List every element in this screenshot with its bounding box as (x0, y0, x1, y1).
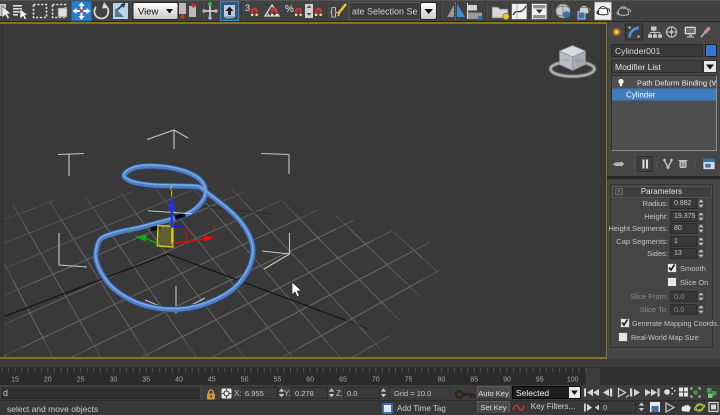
svg-text:60: 60 (306, 377, 314, 384)
svg-text:Cylinder: Cylinder (626, 91, 656, 100)
svg-text:85: 85 (470, 377, 478, 384)
svg-text:ate Selection Se: ate Selection Se (352, 7, 418, 17)
svg-text:45: 45 (208, 377, 216, 384)
svg-text:TOP: TOP (562, 59, 570, 63)
svg-text:SIDE: SIDE (575, 59, 584, 63)
svg-text:25: 25 (77, 377, 85, 384)
svg-text:100: 100 (567, 377, 579, 384)
svg-text:View: View (138, 7, 159, 18)
svg-text:70: 70 (372, 377, 380, 384)
svg-text:55: 55 (274, 377, 282, 384)
svg-text:40: 40 (175, 377, 183, 384)
svg-text:35: 35 (142, 377, 150, 384)
svg-text:Path Deform Binding (WS: Path Deform Binding (WS (637, 79, 716, 88)
svg-text:50: 50 (241, 377, 249, 384)
svg-text:15: 15 (11, 377, 19, 384)
svg-text:30: 30 (110, 377, 118, 384)
svg-text:80: 80 (438, 377, 446, 384)
svg-text:20: 20 (44, 377, 52, 384)
svg-text:z: z (170, 185, 173, 192)
svg-text:{}: {} (330, 6, 338, 18)
svg-text:%: % (285, 4, 294, 15)
svg-text:95: 95 (536, 377, 544, 384)
svg-text:3: 3 (245, 3, 250, 13)
svg-text:90: 90 (503, 377, 511, 384)
svg-text:75: 75 (405, 377, 413, 384)
svg-text:65: 65 (339, 377, 347, 384)
